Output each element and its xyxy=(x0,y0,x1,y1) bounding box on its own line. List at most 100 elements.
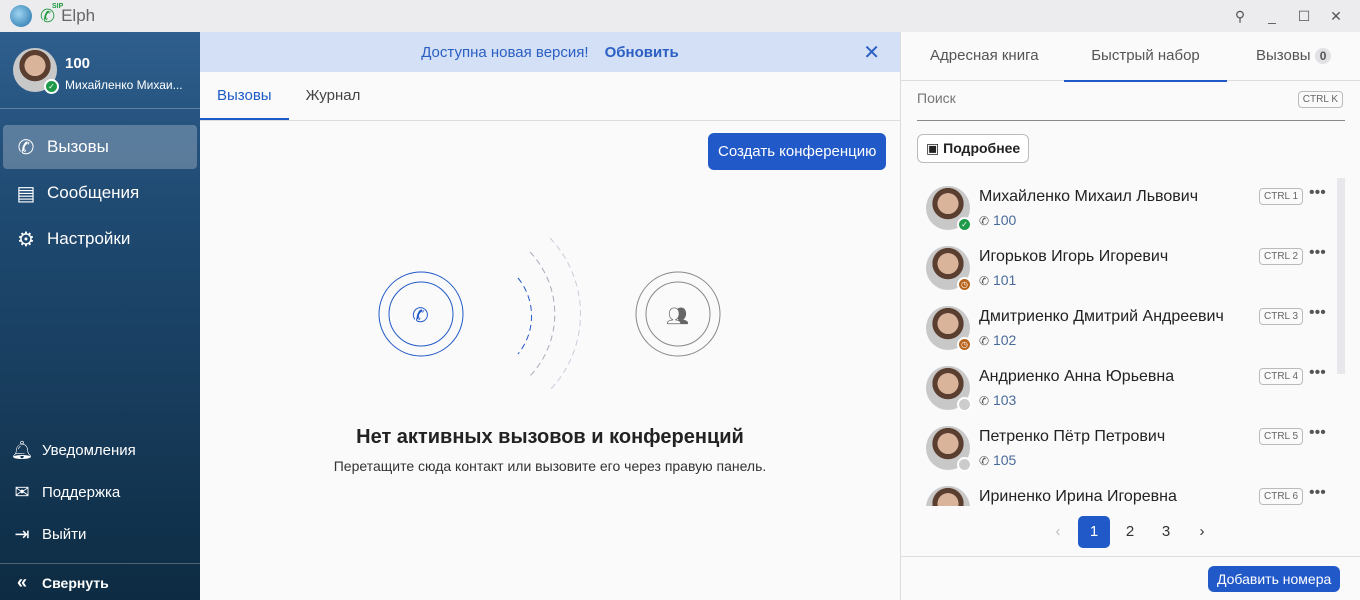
contact-avatar: ✓ xyxy=(926,186,972,232)
tab-calls[interactable]: Вызовы xyxy=(200,72,289,120)
sidebar: ✓ 100 Михайленко Михаи... ✆ Вызовы ▤ Сообщ… xyxy=(0,32,200,600)
phone-icon: ✆ xyxy=(979,274,990,288)
online-status-icon: ✓ xyxy=(957,217,972,232)
contact-shortcut: CTRL 4 xyxy=(1259,368,1304,385)
search-shortcut: CTRL K xyxy=(1297,91,1343,108)
contact-avatar xyxy=(926,426,972,472)
title-bar: ✆ SIP Elph ⚲ _ ☐ ✕ xyxy=(0,0,1360,32)
sip-phone-icon: ✆ SIP xyxy=(40,2,64,26)
user-avatar[interactable]: ✓ xyxy=(13,48,59,94)
mail-icon: ✉ xyxy=(14,482,30,502)
message-icon: ▤ xyxy=(16,182,36,205)
main-tabs: Вызовы Журнал xyxy=(200,72,900,121)
contact-item[interactable]: Петренко Пётр Петрович ✆ 105 CTRL 5 ••• xyxy=(926,418,1336,478)
calls-count-badge: 0 xyxy=(1314,48,1332,64)
more-options-icon[interactable]: ••• xyxy=(1309,484,1326,502)
contact-phone: ✆ 100 xyxy=(979,212,1017,228)
main-panel: Доступна новая версия! Обновить ✕ Вызовы… xyxy=(200,32,900,600)
page-button-1[interactable]: 1 xyxy=(1078,516,1110,548)
details-button[interactable]: ▣ Подробнее xyxy=(917,134,1030,163)
contact-shortcut: CTRL 1 xyxy=(1259,188,1304,205)
logout-icon: ⇥ xyxy=(14,524,30,544)
empty-title: Нет активных вызовов и конференций xyxy=(356,426,744,448)
online-status-icon: ✓ xyxy=(44,79,59,94)
search-input[interactable]: Поиск CTRL K xyxy=(917,90,1345,121)
more-options-icon[interactable]: ••• xyxy=(1309,364,1326,382)
contact-item[interactable]: Андриенко Анна Юрьевна ✆ 103 CTRL 4 ••• xyxy=(926,358,1336,418)
tab-address-book[interactable]: Адресная книга xyxy=(930,32,1039,80)
svg-text:✆: ✆ xyxy=(412,305,429,327)
update-banner: Доступна новая версия! Обновить ✕ xyxy=(200,32,900,72)
chevrons-left-icon: « xyxy=(16,572,27,592)
more-options-icon[interactable]: ••• xyxy=(1309,424,1326,442)
contact-phone: ✆ 101 xyxy=(979,272,1017,288)
contact-name: Михайленко Михаил Львович xyxy=(979,188,1199,205)
sidebar-item-messages[interactable]: ▤ Сообщения xyxy=(3,171,197,215)
update-link[interactable]: Обновить xyxy=(605,44,679,61)
contacts-list: ✓ Михайленко Михаил Львович ✆ 100 CTRL 1… xyxy=(901,178,1360,506)
phone-icon: ✆ xyxy=(979,334,990,348)
page-button-3[interactable]: 3 xyxy=(1150,516,1182,548)
contact-item[interactable]: Ириненко Ирина Игоревна CTRL 6 ••• xyxy=(926,478,1336,506)
close-icon[interactable]: ✕ xyxy=(863,40,880,65)
contact-shortcut: CTRL 5 xyxy=(1259,428,1304,445)
divider xyxy=(0,563,200,564)
contact-phone: ✆ 103 xyxy=(979,392,1017,408)
app-title: Elph xyxy=(61,6,96,25)
sidebar-item-logout[interactable]: ⇥ Выйти xyxy=(10,524,86,545)
phone-icon: ✆ xyxy=(17,136,35,159)
contact-phone: ✆ 105 xyxy=(979,452,1017,468)
sidebar-item-settings[interactable]: ⚙ Настройки xyxy=(3,217,197,261)
sidebar-item-notifications[interactable]: 🔔︎ Уведомления xyxy=(10,440,136,461)
more-options-icon[interactable]: ••• xyxy=(1309,304,1326,322)
contact-name: Андриенко Анна Юрьевна xyxy=(979,368,1175,385)
collapse-button[interactable]: «Свернуть xyxy=(10,572,109,593)
contact-card-icon: ▣ xyxy=(926,140,940,156)
app-logo-icon xyxy=(10,5,32,27)
bell-icon: 🔔︎ xyxy=(10,440,34,460)
contact-name: Ириненко Ирина Игоревна xyxy=(979,488,1177,505)
contact-avatar xyxy=(926,486,970,506)
sidebar-item-calls[interactable]: ✆ Вызовы xyxy=(3,125,197,169)
contact-shortcut: CTRL 6 xyxy=(1259,488,1304,505)
minimize-button[interactable]: _ xyxy=(1262,6,1282,26)
create-conference-button[interactable]: Создать конференцию xyxy=(708,133,887,170)
contact-phone: ✆ 102 xyxy=(979,332,1017,348)
offline-status-icon xyxy=(957,457,972,472)
contact-avatar: ◷ xyxy=(926,246,972,292)
page-prev-button[interactable]: ‹ xyxy=(1042,516,1074,548)
svg-text:👥︎: 👥︎ xyxy=(666,306,689,326)
empty-calls-illustration: ✆ 👥︎ xyxy=(378,237,721,391)
empty-subtitle: Перетащите сюда контакт или вызовите его… xyxy=(333,458,767,474)
contact-item[interactable]: ◷ Игорьков Игорь Игоревич ✆ 101 CTRL 2 •… xyxy=(926,238,1336,298)
more-options-icon[interactable]: ••• xyxy=(1309,184,1326,202)
tab-speed-dial[interactable]: Быстрый набор xyxy=(1064,32,1227,82)
page-button-2[interactable]: 2 xyxy=(1114,516,1146,548)
user-number: 100 xyxy=(65,55,91,72)
maximize-button[interactable]: ☐ xyxy=(1294,6,1314,26)
scrollbar[interactable] xyxy=(1337,178,1345,374)
page-next-button[interactable]: › xyxy=(1186,516,1218,548)
tab-journal[interactable]: Журнал xyxy=(289,72,378,120)
contact-name: Петренко Пётр Петрович xyxy=(979,428,1166,445)
contact-shortcut: CTRL 2 xyxy=(1259,248,1304,265)
contact-shortcut: CTRL 3 xyxy=(1259,308,1304,325)
away-status-icon: ◷ xyxy=(957,277,972,292)
close-window-button[interactable]: ✕ xyxy=(1326,6,1346,26)
right-tabs: Адресная книга Быстрый набор Вызовы 0 xyxy=(901,32,1360,82)
tab-calls[interactable]: Вызовы 0 xyxy=(1256,32,1332,80)
divider xyxy=(901,556,1360,557)
contact-item[interactable]: ◷ Дмитриенко Дмитрий Андреевич ✆ 102 CTR… xyxy=(926,298,1336,358)
sidebar-item-support[interactable]: ✉ Поддержка xyxy=(10,482,120,503)
contact-name: Игорьков Игорь Игоревич xyxy=(979,248,1169,265)
phone-icon: ✆ xyxy=(979,214,990,228)
pin-icon[interactable]: ⚲ xyxy=(1230,6,1250,26)
phone-icon: ✆ xyxy=(979,454,990,468)
contact-avatar xyxy=(926,366,972,412)
add-numbers-button[interactable]: Добавить номера xyxy=(1208,566,1341,592)
gear-icon: ⚙ xyxy=(17,228,35,251)
contact-item[interactable]: ✓ Михайленко Михаил Львович ✆ 100 CTRL 1… xyxy=(926,178,1336,238)
more-options-icon[interactable]: ••• xyxy=(1309,244,1326,262)
phone-icon: ✆ xyxy=(979,394,990,408)
away-status-icon: ◷ xyxy=(957,337,972,352)
